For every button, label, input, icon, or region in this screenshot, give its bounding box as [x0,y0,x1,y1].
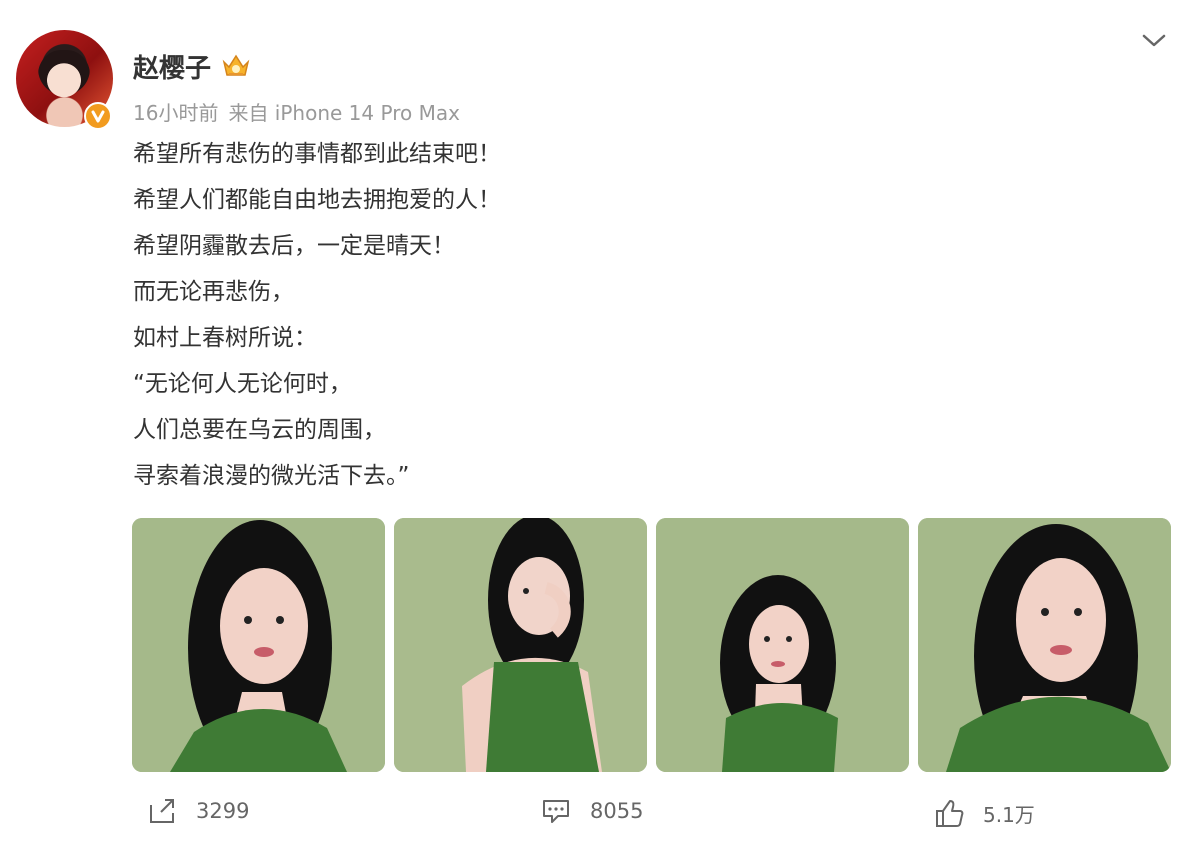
content-line: 而无论再悲伤， [133,279,294,305]
content-line: 如村上春树所说： [133,325,317,351]
crown-icon [222,54,250,76]
photo-2[interactable] [394,518,647,772]
thumbs-up-icon [936,800,964,827]
photo-3[interactable] [656,518,909,772]
comment-icon [543,800,569,823]
content-line: 希望阴霾散去后，一定是晴天！ [133,233,455,259]
portrait-image [132,518,385,772]
repost-icon [150,799,174,823]
repost-button[interactable]: 3299 [146,795,249,827]
portrait-image [918,518,1171,772]
chevron-down-icon[interactable] [1140,29,1168,51]
content-line: 希望人们都能自由地去拥抱爱的人！ [133,187,501,213]
like-button[interactable]: 5.1万 [933,797,1035,829]
content-line: 人们总要在乌云的周围， [133,417,386,443]
repost-count: 3299 [196,799,250,823]
verified-v-icon [91,110,105,123]
avatar-portrait [38,50,90,105]
post-content: 希望所有悲伤的事情都到此结束吧！ 希望人们都能自由地去拥抱爱的人！ 希望阴霾散去… [133,131,501,499]
post-time: 16小时前 [133,101,219,125]
content-line: 希望所有悲伤的事情都到此结束吧！ [133,141,501,167]
verified-badge [84,102,112,130]
portrait-image [394,518,647,772]
photo-1[interactable] [132,518,385,772]
comment-button[interactable]: 8055 [540,795,643,827]
like-count: 5.1万 [983,802,1035,827]
comment-count: 8055 [590,799,644,823]
post-source: 来自 iPhone 14 Pro Max [228,101,460,125]
photo-grid [132,518,1171,772]
username[interactable]: 赵樱子 [133,48,211,85]
photo-4[interactable] [918,518,1171,772]
portrait-image [656,518,909,772]
content-line: “无论何人无论何时， [133,371,352,397]
post-meta: 16小时前 来自 iPhone 14 Pro Max [133,97,460,126]
content-line: 寻索着浪漫的微光活下去。” [133,463,410,489]
